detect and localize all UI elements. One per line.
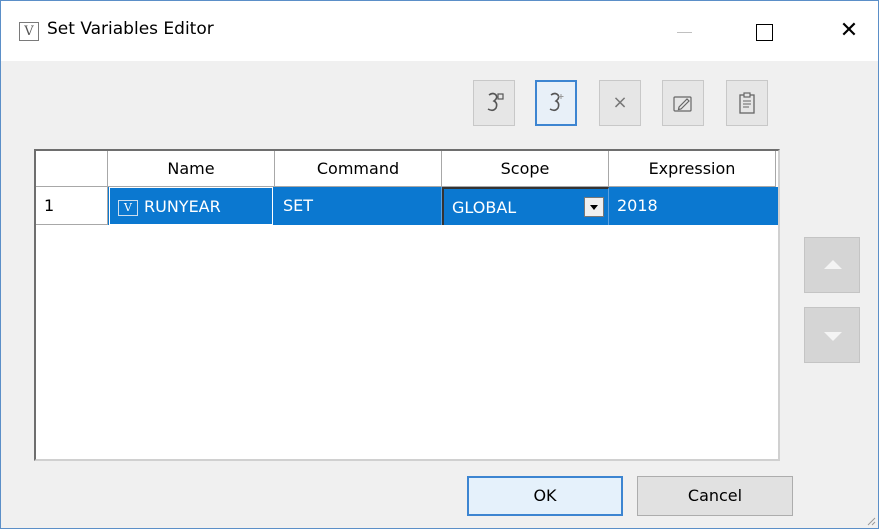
arrow-down-icon: [824, 332, 842, 341]
move-down-button[interactable]: [804, 307, 860, 363]
insert-variable-button[interactable]: [535, 80, 577, 126]
delete-icon: ×: [612, 92, 628, 113]
app-variable-icon: V: [19, 22, 39, 41]
table-row[interactable]: 1 V RUNYEAR SET GLOBAL 2018: [36, 187, 778, 225]
name-cell[interactable]: V RUNYEAR: [109, 187, 273, 225]
column-header-name[interactable]: Name: [108, 151, 275, 187]
minimize-button[interactable]: [655, 1, 713, 61]
close-icon: ✕: [839, 18, 859, 43]
scope-cell[interactable]: GLOBAL: [442, 187, 609, 225]
insert-variable-icon: [549, 92, 564, 112]
arrow-up-icon: [824, 260, 842, 269]
header-rownum: [36, 151, 108, 187]
add-variable-icon: [487, 92, 504, 112]
paste-button[interactable]: [726, 80, 768, 126]
close-button[interactable]: ✕: [820, 1, 878, 61]
maximize-icon: [755, 24, 773, 41]
name-value: RUNYEAR: [144, 197, 221, 216]
ok-button[interactable]: OK: [467, 476, 623, 516]
command-cell[interactable]: SET: [275, 187, 442, 225]
column-header-expression[interactable]: Expression: [609, 151, 776, 187]
move-up-button[interactable]: [804, 237, 860, 293]
minimize-icon: [676, 32, 692, 33]
cancel-button[interactable]: Cancel: [637, 476, 793, 516]
resize-grip-icon[interactable]: [864, 514, 876, 526]
column-header-scope[interactable]: Scope: [442, 151, 609, 187]
delete-button[interactable]: ×: [599, 80, 641, 126]
edit-button[interactable]: [662, 80, 704, 126]
edit-icon: [673, 96, 692, 112]
set-variables-editor-window: V Set Variables Editor ✕ × Name Command …: [0, 0, 879, 529]
scope-dropdown-button[interactable]: [584, 197, 604, 217]
variable-icon: V: [118, 199, 138, 216]
clipboard-icon: [739, 92, 755, 114]
column-header-command[interactable]: Command: [275, 151, 442, 187]
scope-value: GLOBAL: [452, 198, 517, 217]
add-variable-button[interactable]: [473, 80, 515, 126]
title-bar[interactable]: V Set Variables Editor ✕: [1, 1, 878, 61]
window-title: Set Variables Editor: [47, 19, 214, 39]
expression-cell[interactable]: 2018: [609, 187, 778, 225]
variables-grid[interactable]: Name Command Scope Expression 1 V RUNYEAR…: [34, 149, 780, 461]
maximize-button[interactable]: [735, 1, 793, 61]
row-number[interactable]: 1: [36, 187, 108, 225]
